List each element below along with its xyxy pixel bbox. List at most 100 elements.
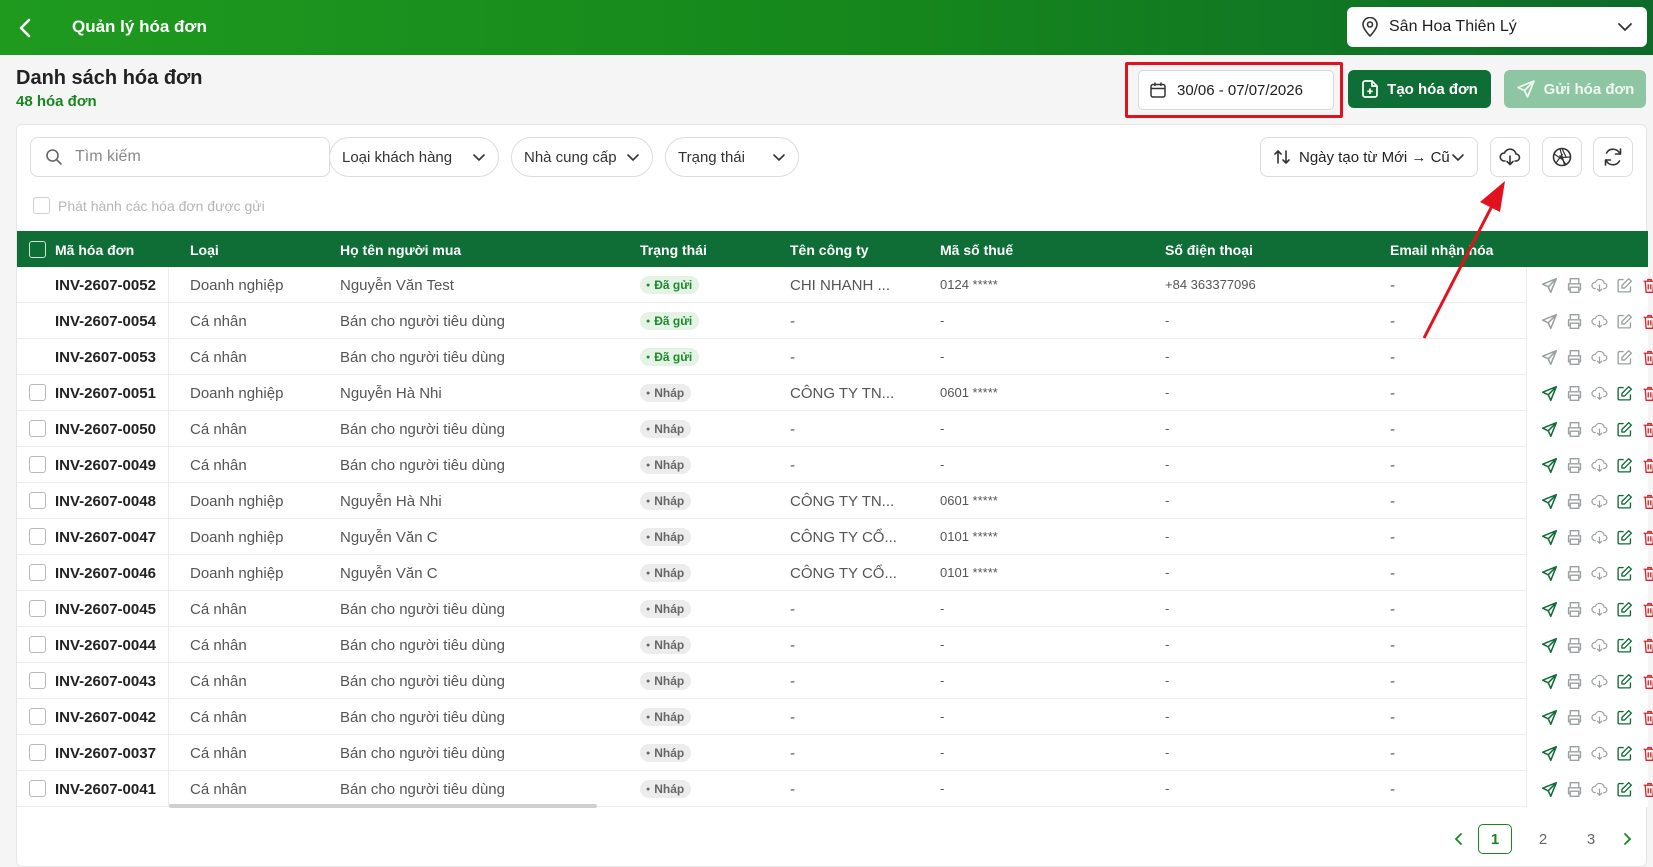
invoice-code[interactable]: INV-2607-0045 bbox=[55, 601, 156, 618]
search-input[interactable] bbox=[75, 148, 295, 166]
cloud-download-button[interactable] bbox=[1591, 529, 1608, 546]
column-header[interactable]: Mã hóa đơn bbox=[55, 242, 134, 258]
edit-button[interactable] bbox=[1616, 313, 1633, 330]
horizontal-scrollbar[interactable] bbox=[169, 804, 597, 808]
print-button[interactable] bbox=[1566, 709, 1583, 726]
delete-button[interactable] bbox=[1641, 601, 1653, 618]
send-button[interactable] bbox=[1541, 421, 1558, 438]
page-button-3[interactable]: 3 bbox=[1574, 824, 1608, 854]
print-button[interactable] bbox=[1566, 601, 1583, 618]
table-row[interactable]: INV-2607-0042 Cá nhân Bán cho người tiêu d… bbox=[17, 699, 1653, 735]
print-button[interactable] bbox=[1566, 565, 1583, 582]
table-row[interactable]: INV-2607-0041 Cá nhân Bán cho người tiêu d… bbox=[17, 771, 1653, 807]
table-row[interactable]: INV-2607-0048 Doanh nghiệp Nguyễn Hà Nhi Nh… bbox=[17, 483, 1653, 519]
cloud-download-button[interactable] bbox=[1591, 385, 1608, 402]
column-header[interactable]: Họ tên người mua bbox=[340, 242, 461, 258]
row-checkbox[interactable] bbox=[29, 672, 46, 689]
publish-checkbox[interactable] bbox=[33, 197, 50, 214]
download-button[interactable] bbox=[1490, 137, 1530, 177]
send-button[interactable] bbox=[1541, 601, 1558, 618]
cloud-download-button[interactable] bbox=[1591, 601, 1608, 618]
delete-button[interactable] bbox=[1641, 457, 1653, 474]
delete-button[interactable] bbox=[1641, 385, 1653, 402]
print-button[interactable] bbox=[1566, 745, 1583, 762]
row-checkbox[interactable] bbox=[29, 600, 46, 617]
delete-button[interactable] bbox=[1641, 349, 1653, 366]
send-button[interactable] bbox=[1541, 349, 1558, 366]
delete-button[interactable] bbox=[1641, 781, 1653, 798]
edit-button[interactable] bbox=[1616, 709, 1633, 726]
invoice-code[interactable]: INV-2607-0053 bbox=[55, 349, 156, 366]
print-button[interactable] bbox=[1566, 781, 1583, 798]
table-row[interactable]: INV-2607-0049 Cá nhân Bán cho người tiêu d… bbox=[17, 447, 1653, 483]
prev-page-button[interactable] bbox=[1454, 832, 1464, 846]
send-button[interactable] bbox=[1541, 313, 1558, 330]
delete-button[interactable] bbox=[1641, 565, 1653, 582]
column-header[interactable]: Mã số thuế bbox=[940, 242, 1013, 258]
supplier-filter[interactable]: Nhà cung cấp bbox=[511, 137, 653, 177]
print-button[interactable] bbox=[1566, 673, 1583, 690]
back-button[interactable] bbox=[12, 15, 38, 41]
status-filter[interactable]: Trạng thái bbox=[665, 137, 799, 177]
invoice-code[interactable]: INV-2607-0047 bbox=[55, 529, 156, 546]
row-checkbox[interactable] bbox=[29, 492, 46, 509]
print-button[interactable] bbox=[1566, 493, 1583, 510]
invoice-code[interactable]: INV-2607-0037 bbox=[55, 745, 156, 762]
print-button[interactable] bbox=[1566, 529, 1583, 546]
row-checkbox[interactable] bbox=[29, 744, 46, 761]
print-button[interactable] bbox=[1566, 385, 1583, 402]
edit-button[interactable] bbox=[1616, 601, 1633, 618]
cloud-download-button[interactable] bbox=[1591, 277, 1608, 294]
invoice-code[interactable]: INV-2607-0050 bbox=[55, 421, 156, 438]
edit-button[interactable] bbox=[1616, 493, 1633, 510]
send-button[interactable] bbox=[1541, 673, 1558, 690]
delete-button[interactable] bbox=[1641, 421, 1653, 438]
send-button[interactable] bbox=[1541, 781, 1558, 798]
column-header[interactable]: Trạng thái bbox=[640, 242, 707, 258]
row-checkbox[interactable] bbox=[29, 564, 46, 581]
table-row[interactable]: INV-2607-0037 Cá nhân Bán cho người tiêu d… bbox=[17, 735, 1653, 771]
select-all-checkbox[interactable] bbox=[29, 241, 46, 258]
table-row[interactable]: INV-2607-0046 Doanh nghiệp Nguyễn Văn C Nhá… bbox=[17, 555, 1653, 591]
invoice-code[interactable]: INV-2607-0052 bbox=[55, 277, 156, 294]
column-header[interactable]: Số điện thoại bbox=[1165, 242, 1253, 258]
page-button-2[interactable]: 2 bbox=[1526, 824, 1560, 854]
cloud-download-button[interactable] bbox=[1591, 637, 1608, 654]
send-invoice-button[interactable]: Gửi hóa đơn bbox=[1504, 70, 1646, 108]
print-button[interactable] bbox=[1566, 277, 1583, 294]
edit-button[interactable] bbox=[1616, 421, 1633, 438]
invoice-code[interactable]: INV-2607-0049 bbox=[55, 457, 156, 474]
invoice-code[interactable]: INV-2607-0046 bbox=[55, 565, 156, 582]
table-row[interactable]: INV-2607-0043 Cá nhân Bán cho người tiêu d… bbox=[17, 663, 1653, 699]
edit-button[interactable] bbox=[1616, 457, 1633, 474]
send-button[interactable] bbox=[1541, 493, 1558, 510]
edit-button[interactable] bbox=[1616, 781, 1633, 798]
edit-button[interactable] bbox=[1616, 673, 1633, 690]
print-button[interactable] bbox=[1566, 421, 1583, 438]
row-checkbox[interactable] bbox=[29, 708, 46, 725]
edit-button[interactable] bbox=[1616, 745, 1633, 762]
edit-button[interactable] bbox=[1616, 385, 1633, 402]
row-checkbox[interactable] bbox=[29, 456, 46, 473]
send-button[interactable] bbox=[1541, 529, 1558, 546]
invoice-code[interactable]: INV-2607-0051 bbox=[55, 385, 156, 402]
delete-button[interactable] bbox=[1641, 745, 1653, 762]
send-button[interactable] bbox=[1541, 637, 1558, 654]
invoice-code[interactable]: INV-2607-0043 bbox=[55, 673, 156, 690]
store-select[interactable]: Sân Hoa Thiên Lý bbox=[1347, 7, 1647, 47]
cloud-download-button[interactable] bbox=[1591, 709, 1608, 726]
table-row[interactable]: INV-2607-0051 Doanh nghiệp Nguyễn Hà Nhi Nh… bbox=[17, 375, 1653, 411]
invoice-code[interactable]: INV-2607-0042 bbox=[55, 709, 156, 726]
column-header[interactable]: Loại bbox=[190, 242, 219, 258]
send-button[interactable] bbox=[1541, 565, 1558, 582]
invoice-code[interactable]: INV-2607-0044 bbox=[55, 637, 156, 654]
table-row[interactable]: INV-2607-0054 Cá nhân Bán cho người tiêu d… bbox=[17, 303, 1653, 339]
print-button[interactable] bbox=[1566, 457, 1583, 474]
aperture-button[interactable] bbox=[1542, 137, 1582, 177]
cloud-download-button[interactable] bbox=[1591, 781, 1608, 798]
print-button[interactable] bbox=[1566, 349, 1583, 366]
edit-button[interactable] bbox=[1616, 349, 1633, 366]
delete-button[interactable] bbox=[1641, 637, 1653, 654]
delete-button[interactable] bbox=[1641, 313, 1653, 330]
table-row[interactable]: INV-2607-0045 Cá nhân Bán cho người tiêu d… bbox=[17, 591, 1653, 627]
